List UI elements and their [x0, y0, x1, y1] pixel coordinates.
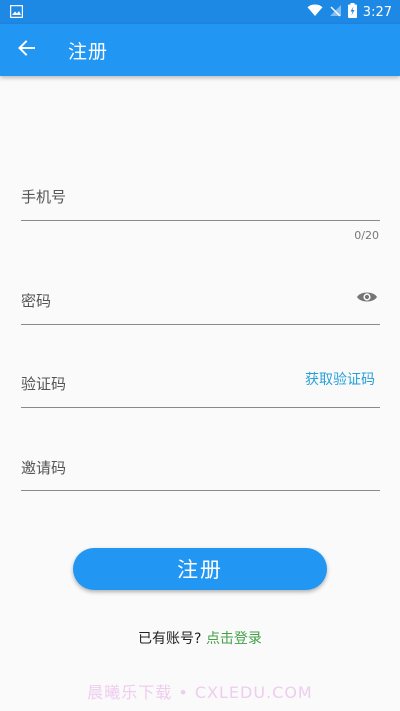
eye-icon[interactable] [354, 284, 380, 310]
image-icon [9, 3, 24, 22]
page-title: 注册 [68, 40, 109, 63]
wifi-icon [307, 4, 323, 21]
invite-field[interactable]: 邀请码 [21, 451, 380, 491]
invite-field-label: 邀请码 [21, 459, 67, 477]
register-button[interactable]: 注册 [73, 548, 327, 590]
code-field-label: 验证码 [21, 375, 67, 393]
phone-field[interactable]: 手机号 [21, 180, 380, 221]
password-field[interactable]: 密码 [21, 284, 380, 325]
back-button[interactable] [0, 24, 52, 76]
arrow-left-icon [17, 39, 35, 61]
login-prompt: 已有账号? 点击登录 [0, 628, 400, 648]
app-bar: 注册 [0, 24, 400, 76]
login-link[interactable]: 点击登录 [206, 631, 262, 647]
watermark: 晨曦乐下载 • CXLEDU.COM [87, 683, 313, 702]
login-question: 已有账号? [138, 631, 202, 647]
status-time: 3:27 [362, 4, 392, 20]
battery-charging-icon [347, 2, 357, 22]
status-bar: 3:27 [0, 0, 400, 24]
no-signal-icon [329, 4, 342, 21]
phone-char-counter: 0/20 [354, 229, 379, 242]
get-code-button[interactable]: 获取验证码 [305, 369, 375, 389]
phone-field-label: 手机号 [21, 188, 67, 206]
password-field-label: 密码 [21, 292, 52, 310]
